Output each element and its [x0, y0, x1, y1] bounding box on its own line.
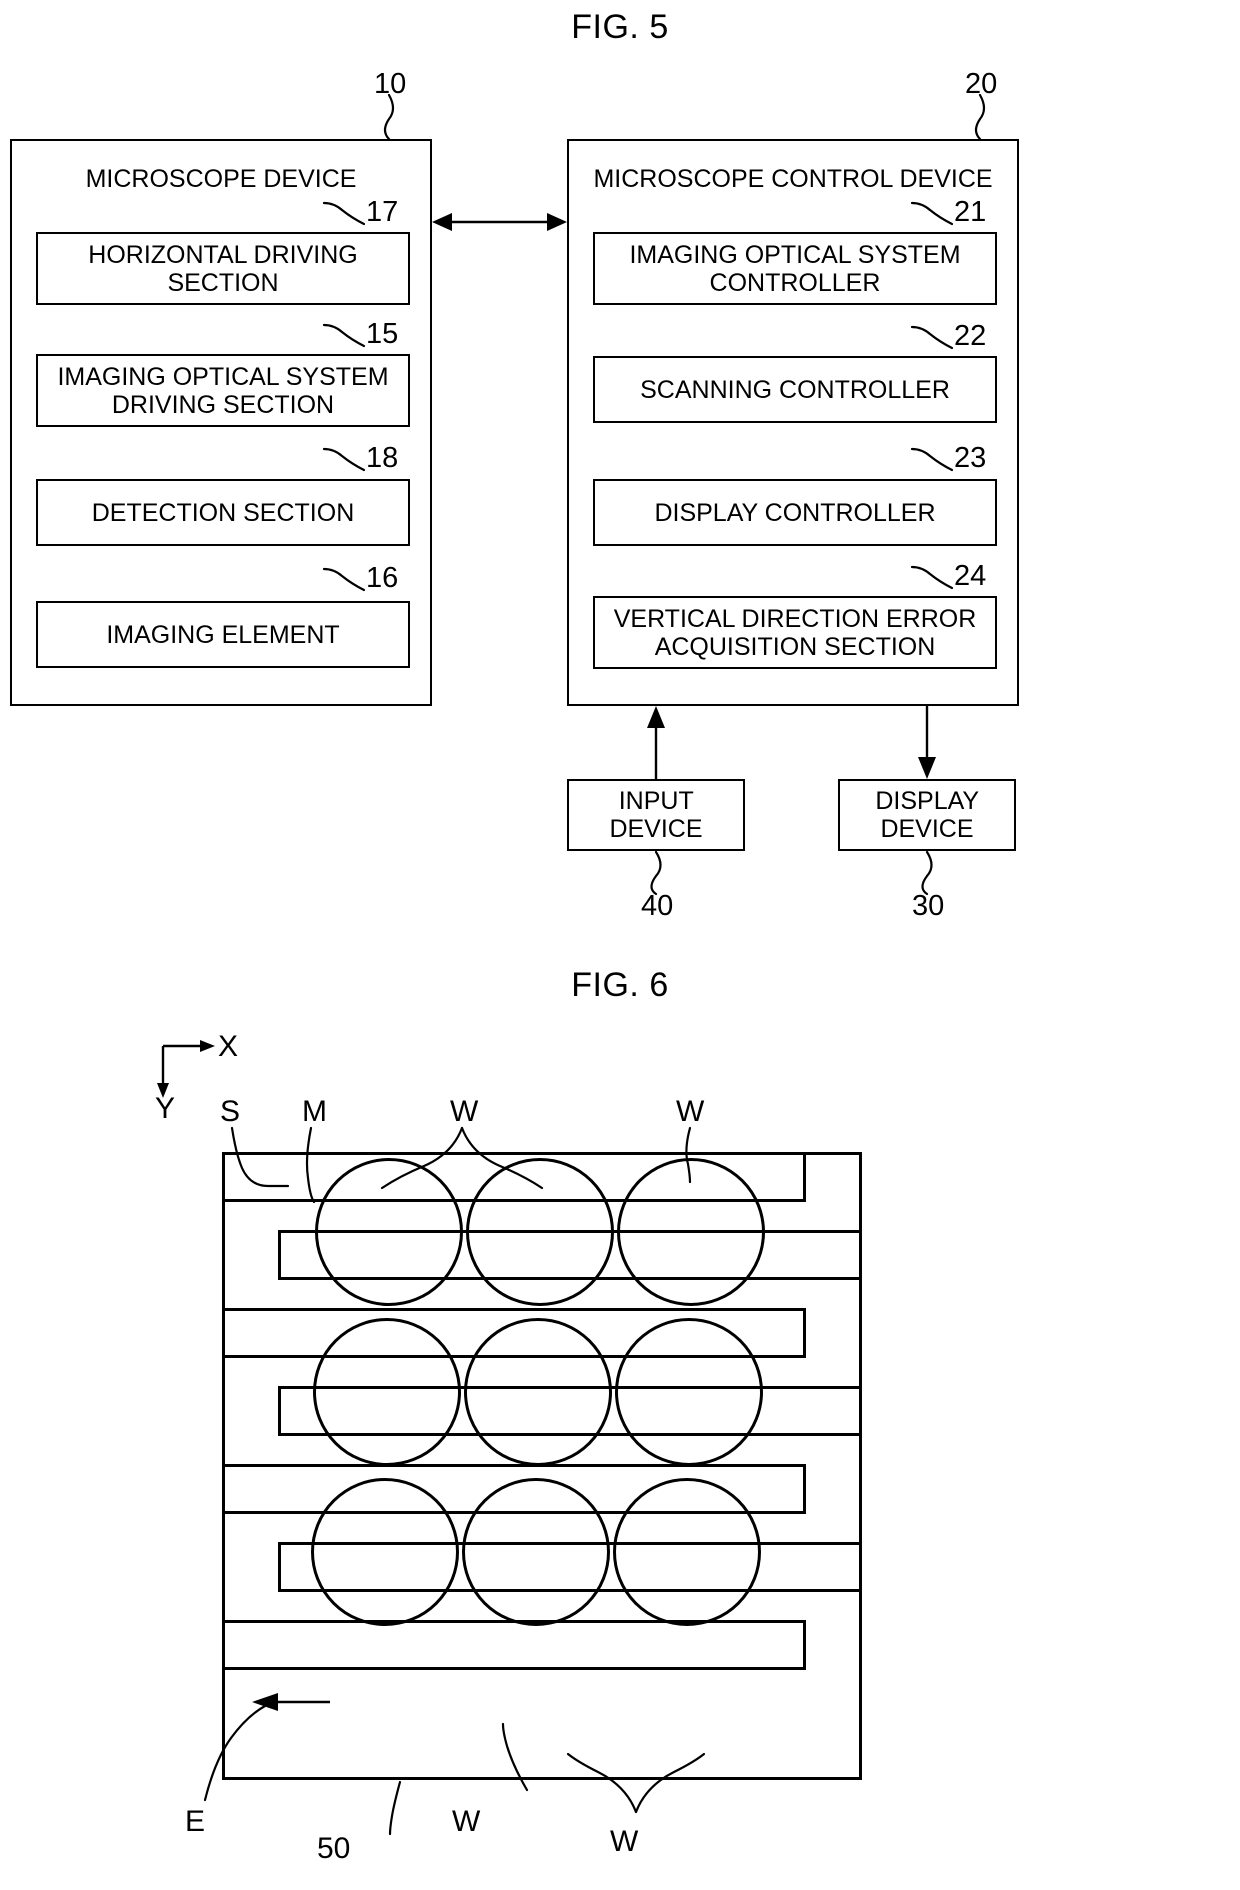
- field-of-view-circle-r3c1: [311, 1478, 459, 1626]
- field-of-view-circle-r1c2: [466, 1158, 614, 1306]
- link-arrow-left: [432, 213, 452, 231]
- ref-numeral-23: 23: [954, 442, 987, 474]
- block-imaging-element: IMAGING ELEMENT: [36, 601, 410, 668]
- display-device-line-1: DISPLAY: [875, 787, 979, 815]
- input-device-line-1: INPUT: [618, 787, 694, 815]
- ref-numeral-16: 16: [366, 562, 399, 594]
- callout-label-w-bottom-left: W: [452, 1805, 481, 1838]
- callout-label-w-bottom-right: W: [610, 1825, 639, 1858]
- display-device-line-2: DEVICE: [880, 815, 974, 843]
- block-line-2: CONTROLLER: [709, 268, 881, 297]
- microscope-device-title: MICROSCOPE DEVICE: [85, 165, 357, 193]
- ref-numeral-22: 22: [954, 320, 987, 352]
- axis-label-x: X: [218, 1030, 239, 1063]
- block-scanning-controller: SCANNING CONTROLLER: [593, 356, 997, 423]
- ref-numeral-10: 10: [374, 68, 407, 100]
- block-line-1: IMAGING OPTICAL SYSTEM: [57, 362, 389, 391]
- field-of-view-circle-r1c1: [315, 1158, 463, 1306]
- block-line-2: ACQUISITION SECTION: [654, 632, 936, 661]
- ref-numeral-15: 15: [366, 318, 399, 350]
- fig6-caption: FIG. 6: [571, 966, 669, 1004]
- callout-label-w-top-right: W: [676, 1095, 705, 1128]
- ref-numeral-30: 30: [912, 890, 945, 922]
- block-horizontal-driving-section: HORIZONTAL DRIVING SECTION: [36, 232, 410, 305]
- block-display-controller: DISPLAY CONTROLLER: [593, 479, 997, 546]
- callout-label-s: S: [220, 1095, 241, 1128]
- block-line-1: SCANNING CONTROLLER: [640, 375, 950, 404]
- block-line-2: DRIVING SECTION: [111, 390, 335, 419]
- leader-40: [650, 850, 662, 896]
- input-device-arrow-head: [647, 706, 665, 728]
- leader-10: [383, 93, 395, 141]
- ref-numeral-17: 17: [366, 196, 399, 228]
- axis-label-y: Y: [155, 1092, 176, 1125]
- field-of-view-circle-r2c2: [464, 1318, 612, 1466]
- callout-label-w-top-left: W: [450, 1095, 479, 1128]
- block-vertical-direction-error-acquisition-section: VERTICAL DIRECTION ERROR ACQUISITION SEC…: [593, 596, 997, 669]
- block-imaging-optical-system-driving-section: IMAGING OPTICAL SYSTEM DRIVING SECTION: [36, 354, 410, 427]
- leader-30: [921, 850, 933, 896]
- fig5-caption: FIG. 5: [571, 8, 669, 46]
- leader-20: [974, 93, 986, 141]
- callout-label-e: E: [185, 1805, 206, 1838]
- block-line-1: VERTICAL DIRECTION ERROR: [613, 604, 977, 633]
- scan-stripe-7: [222, 1620, 806, 1670]
- link-arrow-right: [547, 213, 567, 231]
- field-of-view-circle-r1c3: [617, 1158, 765, 1306]
- block-line-1: DISPLAY CONTROLLER: [654, 498, 936, 527]
- x-axis-arrow-head: [200, 1040, 215, 1052]
- block-imaging-optical-system-controller: IMAGING OPTICAL SYSTEM CONTROLLER: [593, 232, 997, 305]
- block-line-1: DETECTION SECTION: [91, 498, 355, 527]
- ref-numeral-20: 20: [965, 68, 998, 100]
- microscope-control-device-title: MICROSCOPE CONTROL DEVICE: [593, 165, 993, 193]
- block-detection-section: DETECTION SECTION: [36, 479, 410, 546]
- field-of-view-circle-r3c2: [462, 1478, 610, 1626]
- block-line-1: IMAGING ELEMENT: [106, 620, 340, 649]
- block-line-1: IMAGING OPTICAL SYSTEM: [629, 240, 961, 269]
- display-device-arrow-head: [918, 757, 936, 779]
- block-line-1: HORIZONTAL DRIVING: [88, 240, 358, 269]
- ref-numeral-40: 40: [641, 890, 674, 922]
- input-device-line-2: DEVICE: [609, 815, 703, 843]
- block-line-2: SECTION: [167, 268, 279, 297]
- field-of-view-circle-r2c3: [615, 1318, 763, 1466]
- field-of-view-circle-r3c3: [613, 1478, 761, 1626]
- callout-label-50: 50: [317, 1832, 351, 1865]
- ref-numeral-21: 21: [954, 196, 987, 228]
- callout-label-m: M: [302, 1095, 327, 1128]
- field-of-view-circle-r2c1: [313, 1318, 461, 1466]
- ref-numeral-24: 24: [954, 560, 987, 592]
- ref-numeral-18: 18: [366, 442, 399, 474]
- input-device-box: INPUT DEVICE: [567, 779, 745, 851]
- microscope-control-device-panel: MICROSCOPE CONTROL DEVICE IMAGING OPTICA…: [567, 139, 1019, 706]
- leader-50: [388, 1780, 402, 1836]
- display-device-box: DISPLAY DEVICE: [838, 779, 1016, 851]
